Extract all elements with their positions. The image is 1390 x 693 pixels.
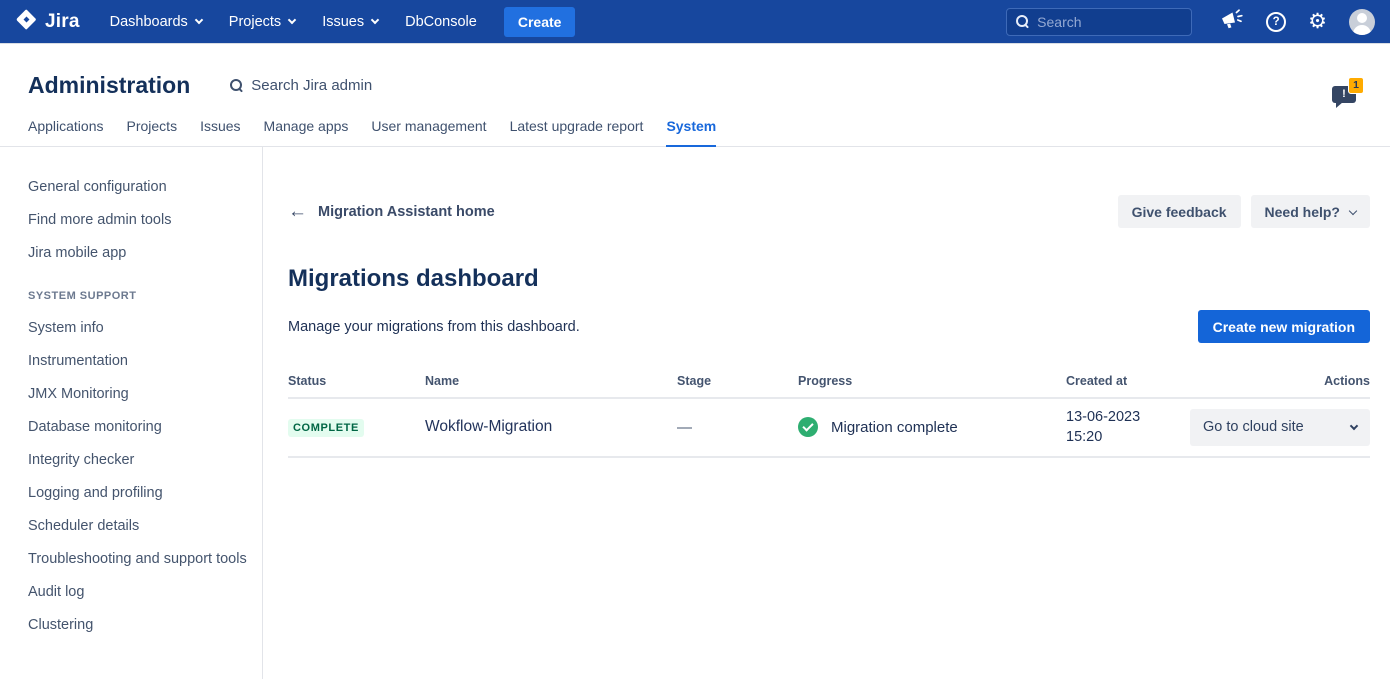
top-navbar: Jira Dashboards Projects Issues DbConsol…	[0, 0, 1390, 44]
user-avatar[interactable]	[1349, 9, 1375, 35]
global-search[interactable]	[1006, 8, 1192, 36]
nav-links: Dashboards Projects Issues DbConsole	[110, 14, 477, 30]
need-help-button[interactable]: Need help?	[1251, 195, 1370, 228]
table-row: COMPLETE Wokflow-Migration — Migration c…	[288, 399, 1370, 458]
admin-search[interactable]: Search Jira admin	[230, 77, 372, 94]
notification-badge: 1	[1348, 77, 1364, 94]
migration-name: Wokflow-Migration	[425, 418, 677, 436]
sidebar-item-find-more-admin-tools[interactable]: Find more admin tools	[28, 211, 248, 230]
nav-item-label: DbConsole	[405, 14, 477, 30]
column-header-created-at: Created at	[1066, 374, 1190, 388]
gear-icon[interactable]: ⚙	[1308, 11, 1327, 32]
back-link-label: Migration Assistant home	[318, 204, 495, 220]
progress-cell: Migration complete	[798, 417, 1066, 437]
exclamation-glyph: !	[1342, 89, 1346, 100]
chevron-down-icon	[288, 15, 296, 23]
dashboard-title: Migrations dashboard	[288, 265, 1370, 293]
column-header-actions: Actions	[1190, 374, 1370, 388]
brand-name: Jira	[45, 11, 80, 33]
need-help-label: Need help?	[1265, 204, 1340, 220]
stage-cell: —	[677, 419, 798, 436]
sidebar-item-logging-and-profiling[interactable]: Logging and profiling	[28, 484, 248, 503]
chevron-down-icon[interactable]	[1350, 422, 1358, 430]
search-icon	[1016, 15, 1029, 28]
tab-user-management[interactable]: User management	[371, 118, 486, 147]
sidebar-item-system-info[interactable]: System info	[28, 319, 248, 338]
action-label: Go to cloud site	[1203, 419, 1304, 435]
body-layout: General configuration Find more admin to…	[0, 147, 1390, 679]
admin-tabs: Applications Projects Issues Manage apps…	[0, 118, 1390, 147]
sidebar-item-audit-log[interactable]: Audit log	[28, 583, 248, 602]
progress-label: Migration complete	[831, 419, 958, 436]
column-header-name: Name	[425, 374, 677, 388]
main-content: ← Migration Assistant home Give feedback…	[263, 147, 1390, 679]
sidebar-section-system-support: SYSTEM SUPPORT	[28, 290, 248, 302]
admin-header: Administration Search Jira admin ! 1	[0, 44, 1390, 99]
tab-applications[interactable]: Applications	[28, 118, 104, 147]
sidebar-item-general-configuration[interactable]: General configuration	[28, 178, 248, 197]
create-button[interactable]: Create	[504, 7, 576, 37]
migration-assistant-home-link[interactable]: ← Migration Assistant home	[288, 202, 495, 221]
tab-projects[interactable]: Projects	[127, 118, 178, 147]
nav-item-issues[interactable]: Issues	[322, 14, 378, 30]
page-title: Administration	[28, 72, 190, 99]
create-new-migration-button[interactable]: Create new migration	[1198, 310, 1370, 343]
created-time: 15:20	[1066, 427, 1190, 447]
tab-manage-apps[interactable]: Manage apps	[264, 118, 349, 147]
nav-item-dashboards[interactable]: Dashboards	[110, 14, 202, 30]
main-top-row: ← Migration Assistant home Give feedback…	[288, 195, 1370, 228]
nav-item-dbconsole[interactable]: DbConsole	[405, 14, 477, 30]
megaphone-icon[interactable]	[1220, 9, 1244, 35]
admin-search-label: Search Jira admin	[251, 77, 372, 94]
sidebar-item-jmx-monitoring[interactable]: JMX Monitoring	[28, 385, 248, 404]
subtitle-row: Manage your migrations from this dashboa…	[288, 310, 1370, 343]
status-badge: COMPLETE	[288, 419, 364, 437]
created-date: 13-06-2023	[1066, 407, 1190, 427]
sidebar-item-integrity-checker[interactable]: Integrity checker	[28, 451, 248, 470]
search-input[interactable]	[1037, 14, 1182, 30]
sidebar-item-database-monitoring[interactable]: Database monitoring	[28, 418, 248, 437]
give-feedback-label: Give feedback	[1132, 204, 1227, 220]
system-sidebar: General configuration Find more admin to…	[0, 147, 263, 679]
sidebar-item-scheduler-details[interactable]: Scheduler details	[28, 517, 248, 536]
navbar-right: ? ⚙	[1006, 8, 1375, 36]
chevron-down-icon	[195, 15, 203, 23]
give-feedback-button[interactable]: Give feedback	[1118, 195, 1241, 228]
column-header-progress: Progress	[798, 374, 1066, 388]
jira-logo-icon	[15, 8, 38, 36]
nav-item-projects[interactable]: Projects	[229, 14, 295, 30]
sidebar-item-troubleshooting[interactable]: Troubleshooting and support tools	[28, 550, 248, 569]
created-at-cell: 13-06-2023 15:20	[1066, 407, 1190, 448]
top-buttons: Give feedback Need help?	[1118, 195, 1370, 228]
column-header-status: Status	[288, 374, 425, 388]
column-header-stage: Stage	[677, 374, 798, 388]
dashboard-subtitle: Manage your migrations from this dashboa…	[288, 319, 580, 335]
feedback-bubble-icon[interactable]: ! 1	[1332, 86, 1356, 103]
chevron-down-icon	[1349, 206, 1357, 214]
tab-system[interactable]: System	[666, 118, 716, 147]
navbar-icons: ? ⚙	[1220, 9, 1375, 35]
jira-logo[interactable]: Jira	[15, 8, 80, 36]
tab-latest-upgrade-report[interactable]: Latest upgrade report	[510, 118, 644, 147]
help-icon[interactable]: ?	[1266, 12, 1286, 32]
sidebar-item-instrumentation[interactable]: Instrumentation	[28, 352, 248, 371]
check-circle-icon	[798, 417, 818, 437]
nav-item-label: Issues	[322, 14, 364, 30]
table-header-row: Status Name Stage Progress Created at Ac…	[288, 374, 1370, 399]
back-arrow-icon: ←	[288, 202, 307, 221]
status-cell: COMPLETE	[288, 418, 425, 437]
nav-item-label: Dashboards	[110, 14, 188, 30]
nav-item-label: Projects	[229, 14, 281, 30]
migrations-table: Status Name Stage Progress Created at Ac…	[288, 374, 1370, 458]
chevron-down-icon	[371, 15, 379, 23]
actions-cell: Go to cloud site	[1190, 409, 1370, 446]
go-to-cloud-site-button[interactable]: Go to cloud site	[1190, 409, 1370, 446]
sidebar-item-clustering[interactable]: Clustering	[28, 616, 248, 635]
search-icon	[230, 79, 243, 92]
tab-issues[interactable]: Issues	[200, 118, 240, 147]
sidebar-item-jira-mobile-app[interactable]: Jira mobile app	[28, 244, 248, 263]
